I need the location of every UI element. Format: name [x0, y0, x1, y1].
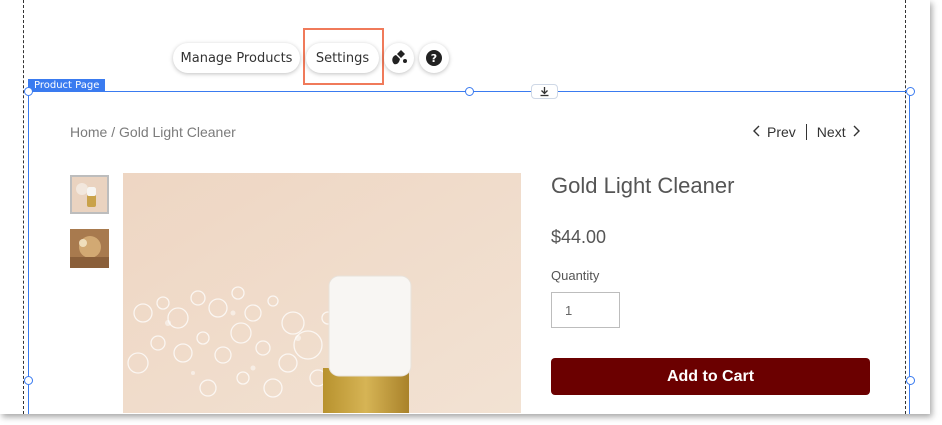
settings-button[interactable]: Settings: [306, 43, 379, 73]
question-mark-icon: ?: [426, 50, 442, 66]
manage-products-label: Manage Products: [180, 50, 293, 66]
chevron-left-icon[interactable]: [752, 124, 761, 140]
product-thumbnail-2[interactable]: [70, 229, 109, 268]
resize-handle-top-center[interactable]: [465, 87, 474, 96]
resize-handle-left[interactable]: [24, 376, 33, 385]
product-main-image[interactable]: [123, 173, 521, 413]
product-price: $44.00: [551, 227, 607, 247]
product-thumbnail-1[interactable]: [70, 175, 109, 214]
editor-canvas: Manage Products Settings ? Product Page …: [0, 0, 930, 414]
breadcrumb-current: Gold Light Cleaner: [119, 124, 236, 140]
resize-handle-top-right[interactable]: [906, 87, 915, 96]
breadcrumb-separator: /: [111, 124, 116, 140]
svg-text:?: ?: [431, 52, 437, 65]
next-link[interactable]: Next: [817, 124, 846, 140]
prev-link[interactable]: Prev: [767, 124, 796, 140]
quantity-input[interactable]: [551, 292, 620, 328]
quantity-label: Quantity: [551, 268, 600, 283]
paint-drop-icon: [392, 50, 407, 65]
settings-label: Settings: [315, 50, 370, 66]
resize-handle-top-left[interactable]: [24, 87, 33, 96]
chevron-right-icon[interactable]: [852, 124, 861, 140]
help-button[interactable]: ?: [419, 43, 449, 73]
manage-products-button[interactable]: Manage Products: [173, 43, 300, 73]
product-pagination: Prev Next: [752, 124, 861, 140]
pagination-divider: [805, 124, 807, 140]
design-button[interactable]: [384, 43, 414, 73]
add-to-cart-button[interactable]: Add to Cart: [551, 358, 870, 395]
download-arrow-icon: [540, 87, 549, 97]
stretch-button[interactable]: [531, 84, 558, 99]
resize-handle-right[interactable]: [906, 376, 915, 385]
breadcrumb: Home / Gold Light Cleaner: [70, 124, 236, 140]
product-title: Gold Light Cleaner: [551, 173, 735, 198]
left-guide-line: [23, 0, 24, 414]
breadcrumb-home[interactable]: Home: [70, 124, 107, 140]
